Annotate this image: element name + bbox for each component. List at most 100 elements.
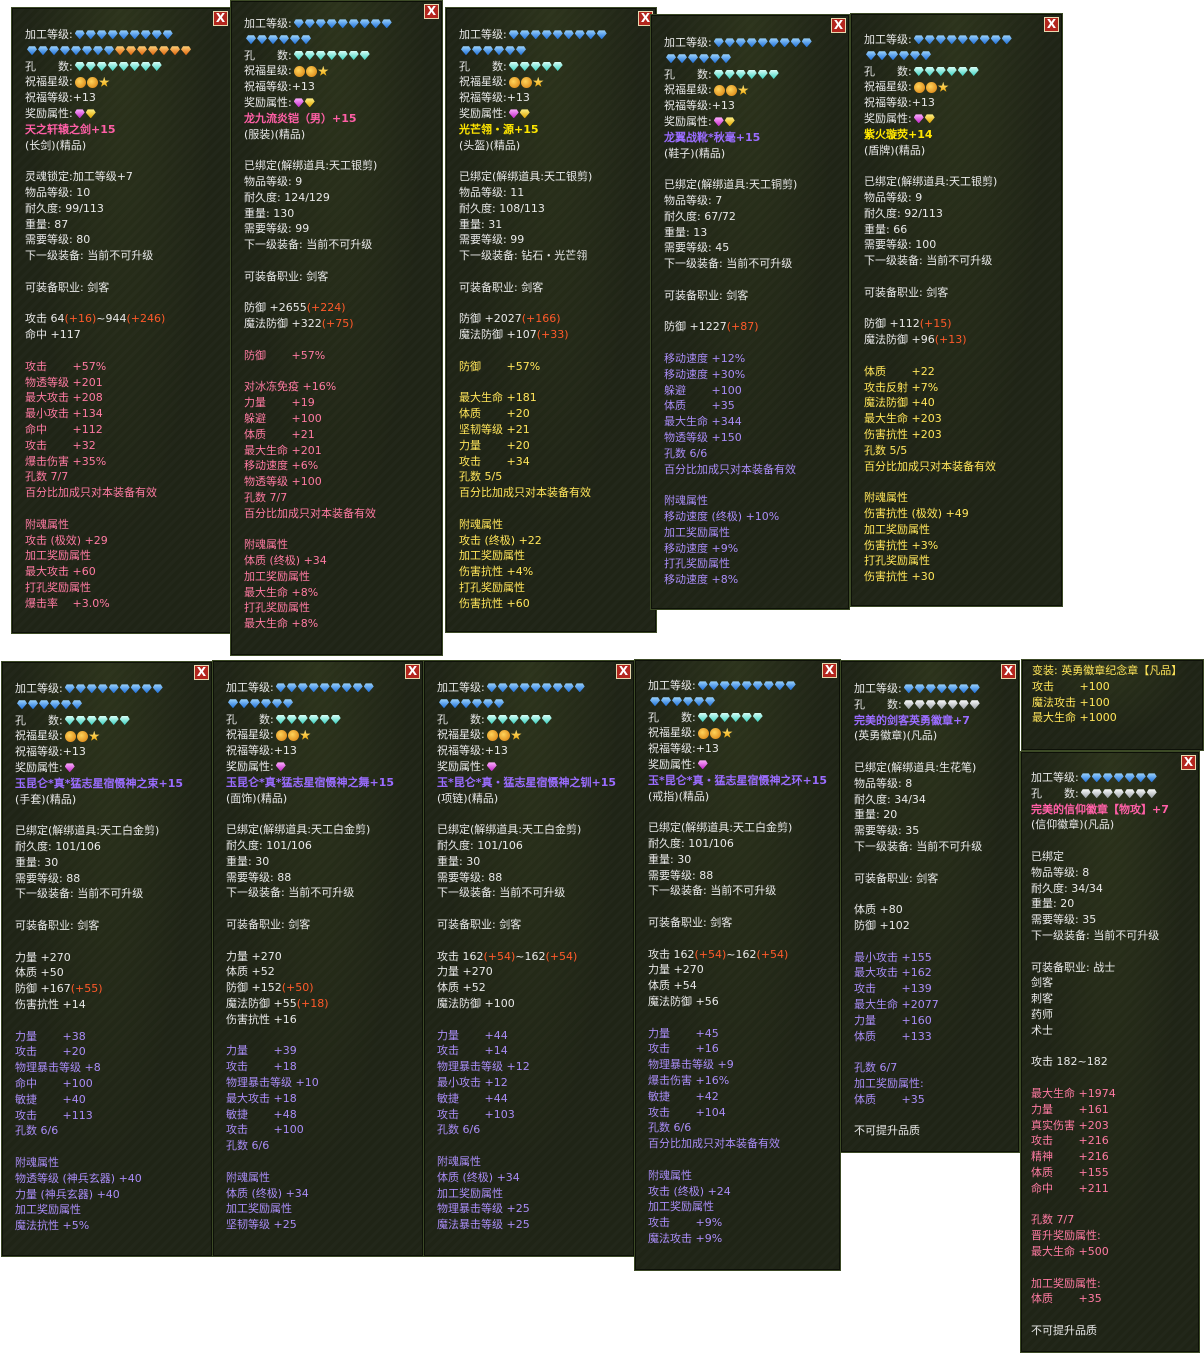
- stat-line: 最大攻击 +162: [854, 965, 1015, 981]
- stat-text: 物透等级 +150: [664, 430, 742, 444]
- stat-text: 百分比加成只对本装备有效: [864, 459, 996, 473]
- stat-line: 加工等级:: [459, 27, 652, 43]
- stat-line: 需要等级: 35: [854, 823, 1015, 839]
- close-icon[interactable]: X: [1001, 664, 1016, 679]
- stat-text: 可装备职业: 战士: [1031, 960, 1116, 974]
- stat-text: 耐久度: 101/106: [226, 838, 312, 852]
- stat-line: 爆击伤害 +35%: [25, 454, 227, 470]
- stat-text: 可装备职业: 剑客: [25, 280, 110, 294]
- blue-gem-icon: [93, 46, 103, 56]
- stat-line: [25, 343, 227, 359]
- blue-gem-icon: [461, 46, 471, 56]
- blue-gem-icon: [1080, 773, 1091, 783]
- stat-line: 攻击 +9%: [648, 1215, 836, 1231]
- bonus-value: (+224): [306, 301, 346, 315]
- stat-text: 祝福星级:: [25, 75, 73, 89]
- stat-text: 变装: 英勇徽章纪念章【凡品】: [1032, 664, 1183, 677]
- bonus-value: (+33): [536, 328, 569, 342]
- stat-line: [25, 264, 227, 280]
- gem-row: [913, 35, 1013, 45]
- blue-gem-icon: [1091, 773, 1102, 783]
- stat-text: 晋升奖励属性:: [1031, 1229, 1101, 1243]
- cyan-gem-icon: [85, 61, 96, 71]
- stat-text: 爆击伤害 +35%: [25, 454, 107, 468]
- close-icon[interactable]: X: [213, 11, 228, 26]
- blue-gem-icon: [541, 683, 552, 693]
- stat-text: 下一级装备: 当前不可升级: [15, 887, 144, 901]
- stat-line: 重量: 20: [854, 807, 1015, 823]
- gem-row: [697, 760, 709, 770]
- stat-line: 重量: 31: [459, 217, 652, 233]
- blue-gem-icon: [330, 683, 341, 693]
- stat-line: 孔数 5/5: [459, 469, 652, 485]
- stat-text: 物透等级 +201: [25, 375, 103, 389]
- stat-line: 体质 (终极) +34: [226, 1186, 419, 1202]
- stat-line: 体质 +52: [226, 964, 419, 980]
- stat-line: 孔 数:: [25, 59, 227, 75]
- stat-text: 已绑定(解绑道具:天工白金剪): [226, 823, 371, 837]
- blue-gem-icon: [666, 54, 676, 64]
- stat-text: 耐久度: 67/72: [664, 209, 736, 223]
- stat-text: 力量 +270: [648, 963, 704, 977]
- stat-line: 已绑定: [1031, 849, 1195, 865]
- close-icon[interactable]: X: [424, 4, 439, 19]
- stat-line: 力量 +161: [1031, 1102, 1195, 1118]
- bonus-value: (+15): [919, 317, 952, 331]
- stat-line: [1031, 944, 1195, 960]
- stat-text: 祝福等级:+13: [25, 91, 96, 105]
- blue-gem-icon: [370, 19, 381, 29]
- gem-row: [486, 762, 498, 772]
- close-icon[interactable]: X: [822, 663, 837, 678]
- close-icon[interactable]: X: [831, 18, 846, 33]
- cyan-gem-icon: [97, 715, 108, 725]
- stat-line: 力量 +44: [437, 1028, 630, 1044]
- stat-text: 可装备职业: 剑客: [459, 280, 544, 294]
- close-icon[interactable]: X: [405, 664, 420, 679]
- blue-gem-icon: [947, 684, 958, 694]
- blue-gem-icon: [563, 30, 574, 40]
- stat-text: (戒指)(精品): [648, 789, 710, 803]
- stat-text: 敏捷 +44: [437, 1091, 508, 1105]
- stat-text: 攻击 +9%: [648, 1216, 723, 1230]
- cyan-gem-icon: [724, 69, 735, 79]
- cyan-gem-icon: [541, 714, 552, 724]
- blue-gem-icon: [28, 700, 38, 710]
- stat-line: 重量: 87: [25, 217, 227, 233]
- pink-gem-icon: [713, 117, 724, 127]
- stat-line: 已绑定(解绑道具:天工白金剪): [437, 822, 630, 838]
- stat-line: 魔法防御 +96 (+13): [864, 332, 1058, 348]
- tooltip-costume: 变装: 英勇徽章纪念章【凡品】 攻击 +100 魔法攻击 +100 最大生命 +100…: [1021, 659, 1204, 751]
- stat-line: 物品等级: 9: [864, 190, 1058, 206]
- stat-line: 力量 +270: [437, 964, 630, 980]
- cyan-gem-icon: [286, 714, 297, 724]
- stat-text: 加工等级:: [25, 28, 73, 41]
- close-icon[interactable]: X: [1044, 17, 1059, 32]
- stat-line: 祝福等级:+13: [244, 79, 438, 95]
- stat-line: 孔 数:: [854, 697, 1015, 713]
- stat-line: 可装备职业: 剑客: [648, 915, 836, 931]
- blue-gem-icon: [450, 699, 460, 709]
- stat-text: 伤害抗性 +14: [15, 997, 86, 1011]
- stat-line: 真实伤害 +203: [1031, 1118, 1195, 1134]
- stat-text: 体质 +35: [664, 399, 735, 413]
- orange-gem-icon: [148, 46, 158, 56]
- blue-gem-icon: [1146, 773, 1157, 783]
- blue-gem-icon: [74, 30, 85, 40]
- stat-line: [459, 501, 652, 517]
- stat-line: 可装备职业: 剑客: [25, 280, 227, 296]
- close-icon[interactable]: X: [616, 664, 631, 679]
- cyan-gem-icon: [108, 715, 119, 725]
- close-icon[interactable]: X: [194, 665, 209, 680]
- silver-gem-icon: [1135, 789, 1146, 799]
- stat-line: 附魂属性: [664, 493, 845, 509]
- stat-text: 天之轩辕之剑+15: [25, 122, 116, 136]
- tooltip-shield: X 加工等级: 孔 数: 祝福星级: 祝福等级:+13 奖励属性: 紫火璇荧+14 (盾牌)(…: [850, 13, 1063, 607]
- cyan-gem-icon: [96, 61, 107, 71]
- stat-text: 攻击 (终极) +24: [648, 1184, 731, 1198]
- stat-line: [648, 899, 836, 915]
- pink-gem-icon: [508, 109, 519, 119]
- close-icon[interactable]: X: [1181, 755, 1196, 770]
- blue-gem-icon: [64, 684, 75, 694]
- stat-text: 玉*昆仑*真・猛志星宿慑神之环+15: [648, 773, 828, 787]
- stat-line: 魔法攻击 +100: [1032, 695, 1199, 711]
